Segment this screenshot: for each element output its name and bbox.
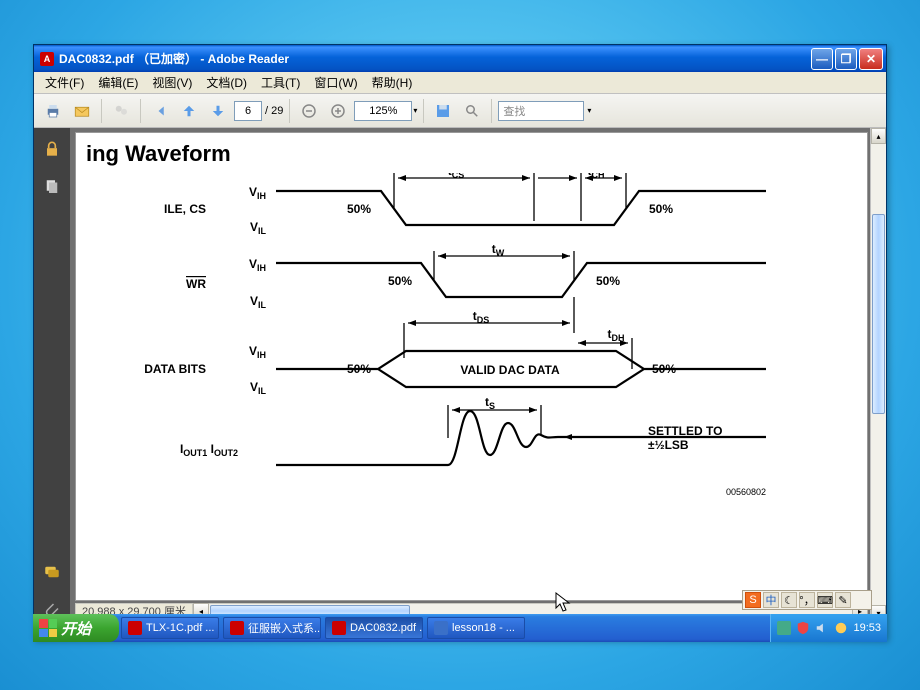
menu-view[interactable]: 视图(V) [145, 72, 199, 93]
ime-softkb-icon[interactable]: ⌨ [817, 592, 833, 608]
task-item-3[interactable]: lesson18 - ... [427, 617, 525, 639]
ime-toolbar[interactable]: S 中 ☾ °， ⌨ ✎ [742, 590, 872, 610]
pages-panel-button[interactable] [41, 176, 63, 198]
print-button[interactable] [40, 98, 66, 124]
separator [101, 99, 102, 123]
svg-text:tDH: tDH [608, 327, 625, 343]
ime-moon-icon[interactable]: ☾ [781, 592, 797, 608]
svg-text:VIH: VIH [249, 257, 266, 273]
pdf-icon: A [40, 52, 54, 66]
ime-sogou-icon[interactable]: S [745, 592, 761, 608]
svg-text:00560802: 00560802 [726, 487, 766, 497]
zoom-level-select[interactable] [354, 101, 412, 121]
comments-panel-button[interactable] [41, 561, 63, 583]
svg-text:DATA BITS: DATA BITS [144, 362, 206, 376]
separator [289, 99, 290, 123]
svg-text:tW: tW [492, 242, 505, 258]
adobe-reader-window: A DAC0832.pdf （已加密） - Adobe Reader — ❐ ✕… [33, 44, 887, 640]
menu-tools[interactable]: 工具(T) [254, 72, 307, 93]
titlebar[interactable]: A DAC0832.pdf （已加密） - Adobe Reader — ❐ ✕ [34, 45, 886, 72]
tray-network-icon[interactable] [777, 621, 791, 635]
maximize-button[interactable]: ❐ [835, 48, 857, 70]
vscroll-up-button[interactable]: ▴ [871, 128, 886, 144]
tray-generic-icon[interactable] [834, 621, 848, 635]
page-number-input[interactable] [234, 101, 262, 121]
separator [423, 99, 424, 123]
lock-icon[interactable] [41, 138, 63, 160]
svg-text:WR: WR [186, 277, 206, 291]
v-scrollbar: ▴ ▾ [870, 128, 886, 621]
vscroll-track[interactable] [871, 144, 886, 605]
menu-window[interactable]: 窗口(W) [307, 72, 364, 93]
svg-text:VIH: VIH [249, 185, 266, 201]
svg-text:tS: tS [485, 395, 495, 411]
windows-logo-icon [39, 619, 57, 637]
svg-text:50%: 50% [596, 274, 620, 288]
vscroll-thumb[interactable] [872, 214, 885, 414]
page-count: / 29 [265, 105, 283, 117]
collab-button[interactable] [108, 98, 134, 124]
page-heading: ing Waveform [86, 141, 857, 167]
document-view: ing Waveform .trace{fill:none;stroke:#00… [70, 128, 870, 621]
task-item-0[interactable]: TLX-1C.pdf ... [121, 617, 219, 639]
ime-lang-button[interactable]: 中 [763, 592, 779, 608]
menu-help[interactable]: 帮助(H) [365, 72, 420, 93]
start-button[interactable]: 开始 [33, 614, 119, 642]
tray-clock[interactable]: 19:53 [853, 622, 881, 634]
svg-text:50%: 50% [649, 202, 673, 216]
toolbar: / 29 ▾ ▾ [34, 94, 886, 128]
close-button[interactable]: ✕ [859, 48, 883, 70]
system-tray[interactable]: 19:53 [770, 614, 887, 642]
svg-text:VIL: VIL [250, 220, 267, 236]
ime-punct-button[interactable]: °， [799, 592, 815, 608]
svg-text:50%: 50% [652, 362, 676, 376]
menu-document[interactable]: 文档(D) [199, 72, 254, 93]
menu-file[interactable]: 文件(F) [38, 72, 91, 93]
svg-text:50%: 50% [347, 202, 371, 216]
save-button[interactable] [430, 98, 456, 124]
pdf-page[interactable]: ing Waveform .trace{fill:none;stroke:#00… [75, 132, 868, 601]
svg-text:SETTLED TO: SETTLED TO [648, 424, 722, 438]
svg-text:tDS: tDS [473, 309, 490, 325]
timing-diagram: .trace{fill:none;stroke:#000;stroke-widt… [86, 173, 846, 543]
svg-text:50%: 50% [388, 274, 412, 288]
window-title: DAC0832.pdf （已加密） - Adobe Reader [59, 50, 289, 67]
svg-text:tCS: tCS [448, 173, 465, 180]
start-label: 开始 [61, 618, 91, 639]
svg-text:±½LSB: ±½LSB [648, 438, 689, 452]
next-page-button[interactable] [205, 98, 231, 124]
svg-text:VIL: VIL [250, 380, 267, 396]
minimize-button[interactable]: — [811, 48, 833, 70]
zoom-in-button[interactable] [325, 98, 351, 124]
svg-text:VIL: VIL [250, 294, 267, 310]
ime-settings-icon[interactable]: ✎ [835, 592, 851, 608]
zoom-out-button[interactable] [296, 98, 322, 124]
find-input[interactable] [498, 101, 584, 121]
svg-text:IOUT1 IOUT2: IOUT1 IOUT2 [180, 442, 238, 458]
task-item-2[interactable]: DAC0832.pdf ... [325, 617, 423, 639]
sidebar [34, 128, 70, 621]
separator [140, 99, 141, 123]
svg-text:50%: 50% [347, 362, 371, 376]
work-area: ing Waveform .trace{fill:none;stroke:#00… [34, 128, 886, 621]
email-button[interactable] [69, 98, 95, 124]
tray-volume-icon[interactable] [815, 621, 829, 635]
svg-text:VALID DAC DATA: VALID DAC DATA [460, 363, 560, 377]
task-item-1[interactable]: 征服嵌入式系... [223, 617, 321, 639]
tray-shield-icon[interactable] [796, 621, 810, 635]
svg-text:ILE, CS: ILE, CS [164, 202, 206, 216]
menu-edit[interactable]: 编辑(E) [91, 72, 145, 93]
menu-bar: 文件(F) 编辑(E) 视图(V) 文档(D) 工具(T) 窗口(W) 帮助(H… [34, 72, 886, 94]
separator [491, 99, 492, 123]
first-page-button[interactable] [147, 98, 173, 124]
search-button[interactable] [459, 98, 485, 124]
svg-text:VIH: VIH [249, 344, 266, 360]
prev-page-button[interactable] [176, 98, 202, 124]
taskbar: 开始 TLX-1C.pdf ... 征服嵌入式系... DAC0832.pdf … [33, 614, 887, 642]
